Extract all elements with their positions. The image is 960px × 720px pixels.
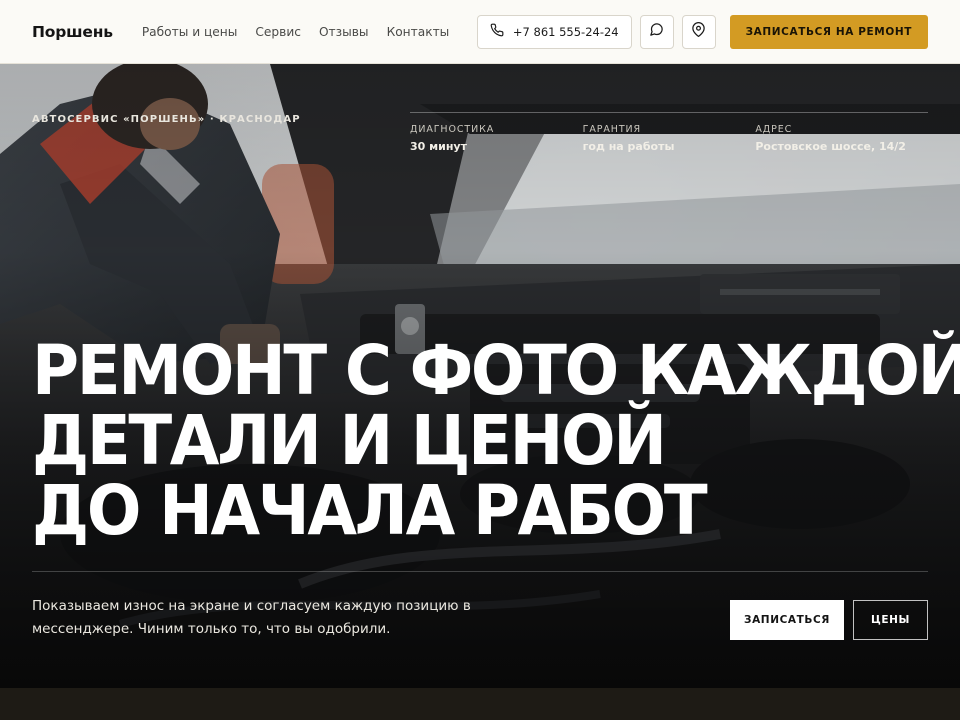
fact-value: Ростовское шоссе, 14/2: [755, 140, 928, 153]
divider: [32, 571, 928, 572]
location-button[interactable]: [682, 15, 716, 49]
prices-button[interactable]: ЦЕНЫ: [853, 600, 928, 640]
site-header: Поршень Работы и цены Сервис Отзывы Конт…: [0, 0, 960, 64]
phone-number: +7 861 555-24-24: [513, 25, 619, 39]
fact-address: АДРЕС Ростовское шоссе, 14/2: [755, 112, 928, 153]
map-pin-icon: [691, 22, 706, 42]
phone-button[interactable]: +7 861 555-24-24: [477, 15, 632, 49]
chat-bubble-icon: [649, 22, 664, 42]
header-actions: +7 861 555-24-24 ЗАПИСАТЬСЯ НА РЕМОНТ: [477, 15, 928, 49]
fact-value: 30 минут: [410, 140, 583, 153]
fact-label: ДИАГНОСТИКА: [410, 124, 583, 135]
headline-line: ДЕТАЛИ И ЦЕНОЙ: [32, 406, 878, 476]
chat-button[interactable]: [640, 15, 674, 49]
hero-eyebrow: АВТОСЕРВИС «ПОРШЕНЬ» · КРАСНОДАР: [32, 114, 301, 125]
hero-lead: Показываем износ на экране и согласуем к…: [32, 595, 512, 640]
logo[interactable]: Поршень: [32, 23, 113, 41]
nav-link-reviews[interactable]: Отзывы: [319, 25, 369, 39]
main-nav: Работы и цены Сервис Отзывы Контакты: [142, 25, 449, 39]
nav-link-service[interactable]: Сервис: [255, 25, 301, 39]
signup-button[interactable]: ЗАПИСАТЬСЯ: [730, 600, 844, 640]
book-repair-button[interactable]: ЗАПИСАТЬСЯ НА РЕМОНТ: [730, 15, 928, 49]
fact-label: ГАРАНТИЯ: [583, 124, 756, 135]
fact-label: АДРЕС: [755, 124, 928, 135]
fact-value: год на работы: [583, 140, 756, 153]
fact-diagnostics: ДИАГНОСТИКА 30 минут: [410, 112, 583, 153]
fact-warranty: ГАРАНТИЯ год на работы: [583, 112, 756, 153]
headline-line: ДО НАЧАЛА РАБОТ: [32, 476, 878, 546]
hero-facts: ДИАГНОСТИКА 30 минут ГАРАНТИЯ год на раб…: [410, 112, 928, 153]
hero-headline: РЕМОНТ С ФОТО КАЖДОЙ ДЕТАЛИ И ЦЕНОЙ ДО Н…: [32, 336, 878, 546]
next-section: [0, 688, 960, 720]
headline-line: РЕМОНТ С ФОТО КАЖДОЙ: [32, 336, 878, 406]
nav-link-contacts[interactable]: Контакты: [387, 25, 450, 39]
nav-link-works-prices[interactable]: Работы и цены: [142, 25, 238, 39]
hero-section: АВТОСЕРВИС «ПОРШЕНЬ» · КРАСНОДАР ДИАГНОС…: [0, 64, 960, 688]
phone-icon: [490, 23, 504, 40]
